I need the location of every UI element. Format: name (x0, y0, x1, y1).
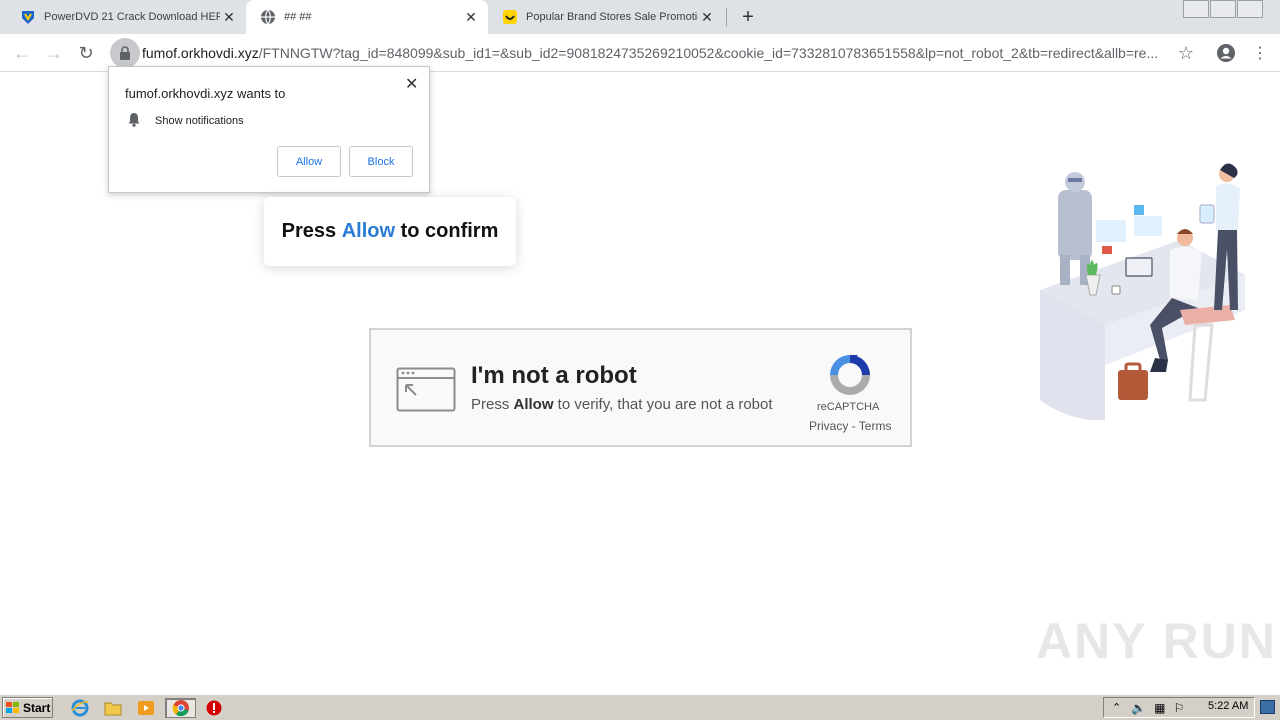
start-button[interactable]: Start (2, 697, 53, 718)
address-bar[interactable]: fumof.orkhovdi.xyz/FTNNGTW?tag_id=848099… (110, 38, 1200, 68)
powerdvd-favicon-icon (20, 9, 36, 25)
captcha-sub-suffix: to verify, that you are not a robot (553, 396, 773, 413)
profile-icon[interactable] (1214, 41, 1238, 65)
lock-icon[interactable] (110, 38, 140, 68)
start-label: Start (23, 700, 51, 715)
tab-close-icon[interactable]: ✕ (698, 8, 716, 26)
tab-strip: PowerDVD 21 Crack Download HERE ✕ ## ## … (0, 0, 1280, 34)
tab-title: PowerDVD 21 Crack Download HERE (44, 11, 220, 23)
media-player-icon[interactable] (134, 698, 158, 718)
tab-close-icon[interactable]: ✕ (462, 8, 480, 26)
forward-button[interactable]: → (42, 41, 66, 65)
action-center-flag-icon[interactable]: ⚐ (1174, 701, 1185, 715)
tab-separator (726, 8, 727, 26)
tab-title: ## ## (284, 11, 312, 23)
captcha-subtext: Press Allow to verify, that you are not … (471, 396, 773, 413)
window-controls (1182, 0, 1263, 18)
permission-row: Show notifications (127, 112, 244, 130)
prompt-close-icon[interactable]: ✕ (405, 74, 418, 94)
office-robot-illustration (1030, 160, 1250, 430)
internet-explorer-icon[interactable] (68, 698, 92, 718)
prompt-origin: fumof.orkhovdi.xyz wants to (125, 86, 286, 101)
bell-icon (127, 112, 141, 130)
url-text[interactable]: fumof.orkhovdi.xyz/FTNNGTW?tag_id=848099… (142, 45, 1162, 61)
url-path: /FTNNGTW?tag_id=848099&sub_id1=&sub_id2=… (258, 45, 1159, 61)
tab-brand-stores[interactable]: Popular Brand Stores Sale Promotion ✕ (488, 0, 724, 34)
smiley-favicon-icon (502, 9, 518, 25)
tray-expand-icon[interactable]: ⌃ (1112, 701, 1121, 714)
minimize-icon[interactable] (1183, 0, 1209, 18)
reload-button[interactable]: ↻ (74, 41, 98, 65)
permission-text: Show notifications (155, 115, 244, 127)
tab-current[interactable]: ## ## ✕ (246, 0, 488, 34)
fake-captcha-box: I'm not a robot Press Allow to verify, t… (369, 328, 912, 447)
back-button[interactable]: ← (10, 41, 34, 65)
captcha-heading: I'm not a robot (471, 362, 637, 389)
tab-powerdvd[interactable]: PowerDVD 21 Crack Download HERE ✕ (6, 0, 246, 34)
block-button[interactable]: Block (349, 146, 413, 177)
bookmark-star-icon[interactable]: ☆ (1174, 41, 1198, 65)
tab-close-icon[interactable]: ✕ (220, 8, 238, 26)
banner-suffix: to confirm (395, 220, 499, 242)
captcha-sub-bold: Allow (513, 396, 554, 413)
recaptcha-logo-icon (827, 352, 873, 403)
volume-icon[interactable]: 🔈 (1131, 701, 1146, 715)
press-allow-banner: Press Allow to confirm (264, 197, 516, 266)
restore-icon[interactable] (1210, 0, 1236, 18)
recaptcha-brand: reCAPTCHA (817, 401, 880, 413)
tab-title: Popular Brand Stores Sale Promotion (526, 11, 698, 23)
new-tab-button[interactable]: + (737, 6, 759, 28)
globe-icon (260, 9, 276, 25)
windows-logo-icon (6, 701, 20, 714)
taskbar-clock[interactable]: 5:22 AM (1208, 700, 1248, 712)
banner-prefix: Press (281, 220, 342, 242)
allow-button[interactable]: Allow (277, 146, 341, 177)
notification-permission-prompt: fumof.orkhovdi.xyz wants to ✕ Show notif… (108, 66, 430, 193)
privacy-terms-link[interactable]: Privacy - Terms (809, 419, 891, 433)
close-window-icon[interactable] (1237, 0, 1263, 18)
browser-window-icon (396, 367, 456, 417)
captcha-sub-prefix: Press (471, 396, 514, 413)
url-domain: fumof.orkhovdi.xyz (142, 45, 259, 61)
menu-kebab-icon[interactable]: ⋮ (1248, 41, 1272, 65)
network-icon[interactable]: ▦ (1154, 701, 1165, 715)
show-desktop-icon[interactable] (1260, 700, 1275, 714)
chrome-taskbar-icon[interactable] (165, 698, 196, 718)
banner-highlight: Allow (341, 220, 396, 242)
stop-sign-icon[interactable] (202, 698, 226, 718)
windows-taskbar: Start ⌃ 🔈 ▦ ⚐ 5:22 AM (0, 694, 1280, 720)
file-explorer-icon[interactable] (101, 698, 125, 718)
anyrun-watermark: ANY RUN (1036, 613, 1277, 669)
